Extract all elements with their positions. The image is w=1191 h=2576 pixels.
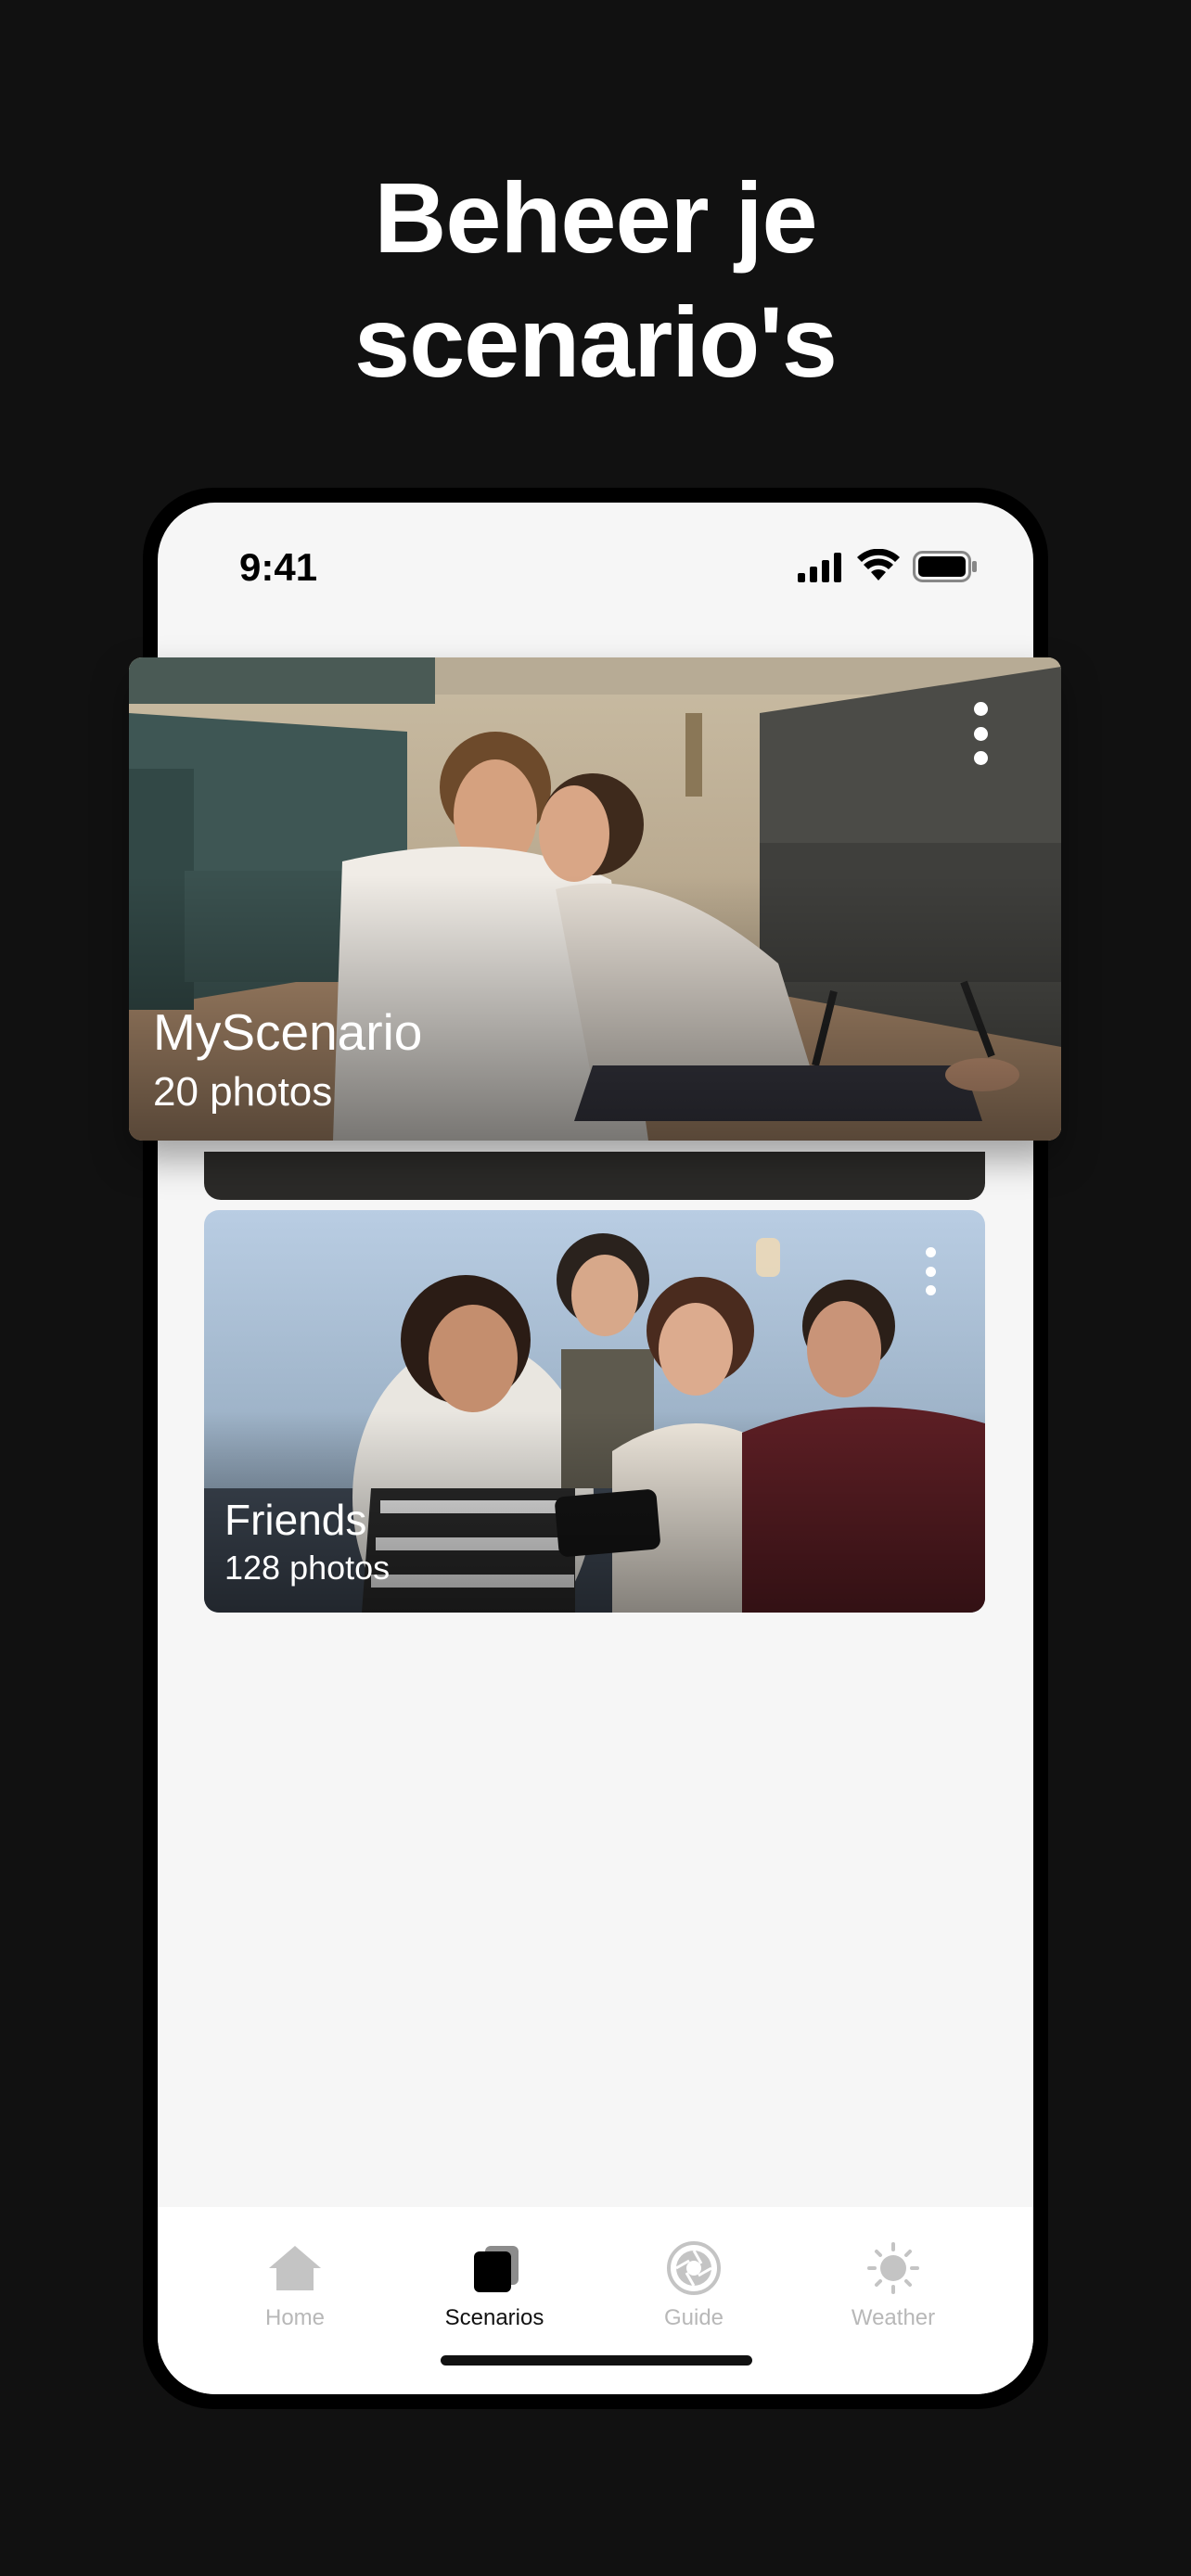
headline-line-1: Beheer je (374, 161, 817, 274)
tab-guide[interactable]: Guide (620, 2207, 768, 2337)
more-vertical-icon[interactable] (924, 1247, 937, 1295)
status-time: 9:41 (239, 545, 318, 589)
guide-icon (667, 2241, 721, 2295)
scenario-card-underlay (204, 1152, 985, 1200)
tab-label: Home (264, 2305, 326, 2330)
tab-bar: Home Scenarios Guide Weather (158, 2207, 1033, 2394)
tab-label: Guide (663, 2305, 724, 2330)
headline-line-2: scenario's (354, 286, 838, 398)
tab-scenarios[interactable]: Scenarios (420, 2207, 569, 2337)
scenarios-icon (474, 2246, 519, 2292)
home-indicator (441, 2355, 752, 2366)
wifi-icon (857, 549, 900, 580)
scenario-name: MyScenario (153, 1003, 423, 1061)
status-bar: 9:41 (158, 503, 1033, 614)
more-vertical-icon[interactable] (972, 702, 989, 765)
myscenario-photo (129, 657, 1061, 1141)
scenario-photo-count: 20 photos (153, 1069, 333, 1115)
home-icon (269, 2246, 321, 2290)
tab-home[interactable]: Home (221, 2207, 369, 2337)
page-headline: Beheer je scenario's (0, 156, 1191, 404)
battery-icon (913, 551, 977, 582)
tab-label: Scenarios (444, 2305, 544, 2330)
scenario-photo-count: 128 photos (224, 1549, 391, 1587)
scenario-card-friends[interactable]: Friends 128 photos (204, 1210, 985, 1613)
scenario-name: Friends (224, 1496, 367, 1544)
scenario-card-myscenario[interactable]: MyScenario 20 photos (129, 657, 1061, 1141)
weather-icon (867, 2242, 919, 2294)
tab-label: Weather (851, 2305, 936, 2330)
tab-weather[interactable]: Weather (819, 2207, 967, 2337)
cellular-signal-icon (798, 553, 841, 582)
